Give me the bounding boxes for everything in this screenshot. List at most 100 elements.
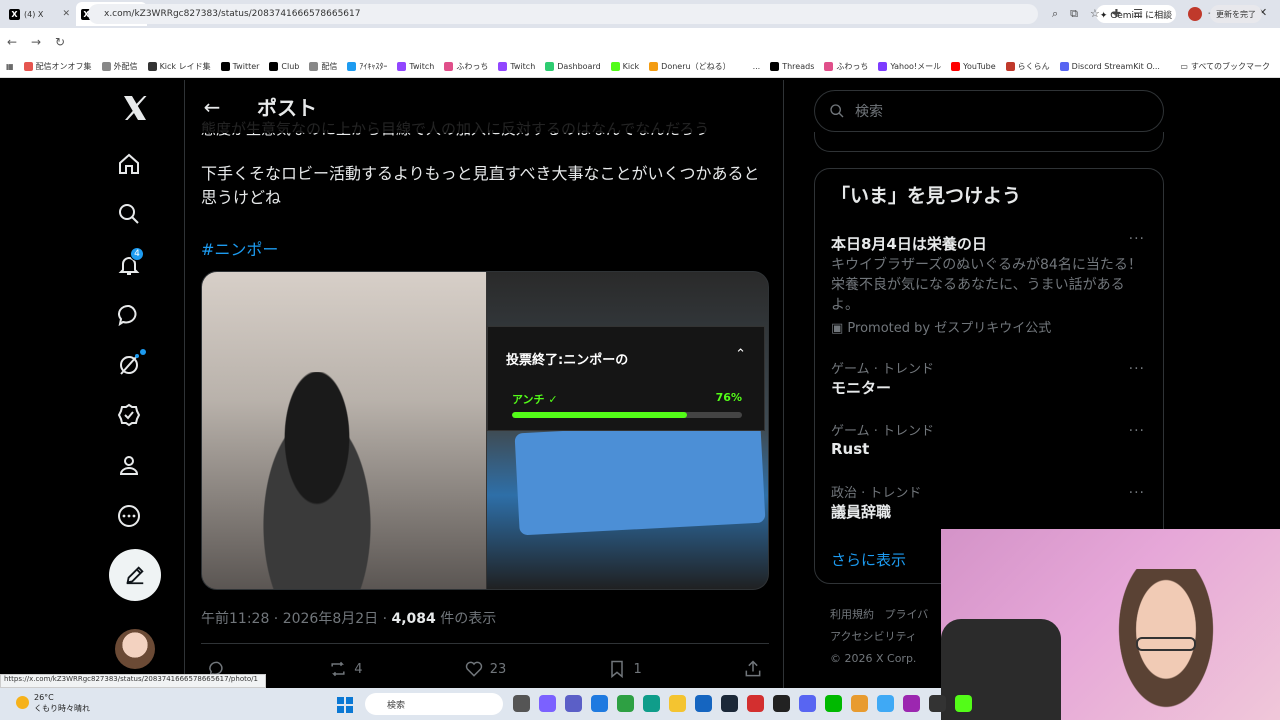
- more-dots-icon[interactable]: ···: [1129, 361, 1145, 377]
- app-icon[interactable]: [903, 695, 920, 712]
- bookmark-item[interactable]: Twitch: [397, 61, 434, 72]
- obs-icon[interactable]: [773, 695, 790, 712]
- back-arrow-icon[interactable]: ←: [185, 95, 239, 119]
- profile-icon[interactable]: [114, 450, 144, 480]
- bookmark-item[interactable]: 外配信: [101, 61, 138, 72]
- bookmark-item[interactable]: Kick: [610, 61, 639, 72]
- tab-close-icon[interactable]: ✕: [62, 9, 70, 19]
- bookmark-favicon-icon: [397, 62, 407, 71]
- chrome-icon[interactable]: [617, 695, 634, 712]
- trend-category: ゲーム · トレンド: [831, 424, 935, 439]
- zoom-icon[interactable]: ⌕: [1052, 7, 1058, 21]
- compose-post-button[interactable]: [109, 549, 161, 601]
- post-timestamp[interactable]: 午前11:28 · 2026年8月2日 ·: [201, 611, 392, 627]
- bookmark-item[interactable]: Twitter: [220, 61, 259, 72]
- bookmark-item[interactable]: ふわっち: [824, 61, 868, 72]
- app-icon[interactable]: [851, 695, 868, 712]
- privacy-link[interactable]: プライバ: [885, 608, 929, 621]
- terms-link[interactable]: 利用規約: [830, 608, 874, 621]
- steam-icon[interactable]: [721, 695, 738, 712]
- grok-icon[interactable]: [114, 350, 144, 380]
- search-box[interactable]: 検索: [814, 90, 1164, 132]
- bookmark-item[interactable]: ｱｲｷｬｽﾀｰ: [347, 61, 387, 72]
- taskbar-search[interactable]: 検索: [365, 693, 503, 715]
- kick-icon[interactable]: [955, 695, 972, 712]
- bookmark-button[interactable]: 1: [607, 659, 642, 679]
- share-button[interactable]: [743, 659, 763, 679]
- url-field[interactable]: x.com/kZ3WRRgc827383/status/208374166657…: [88, 4, 1038, 24]
- bookmark-item[interactable]: Dashboard: [545, 61, 601, 72]
- record-icon[interactable]: [747, 695, 764, 712]
- apps-grid-icon[interactable]: ▦: [6, 62, 14, 71]
- bookmark-item[interactable]: Yahoo!メール: [878, 61, 941, 72]
- bookmark-item[interactable]: ...: [740, 61, 760, 72]
- like-button[interactable]: 23: [464, 659, 506, 679]
- more-dots-icon[interactable]: ···: [1129, 485, 1145, 501]
- extensions-icon[interactable]: ✚: [1112, 7, 1121, 21]
- discord-icon[interactable]: [799, 695, 816, 712]
- windows-start-icon[interactable]: [337, 697, 353, 713]
- stream-person-image: [242, 372, 392, 589]
- bookmark-item[interactable]: Club: [269, 61, 299, 72]
- bookmark-favicon-icon: [347, 62, 357, 71]
- glasses-image: [1136, 637, 1196, 651]
- media-image-right[interactable]: [487, 272, 768, 589]
- photos-icon[interactable]: [591, 695, 608, 712]
- verified-check-icon[interactable]: [114, 400, 144, 430]
- bookmark-item[interactable]: らくらん: [1005, 61, 1050, 72]
- store-icon[interactable]: [695, 695, 712, 712]
- back-nav-icon[interactable]: ←: [0, 35, 24, 49]
- bookmark-item[interactable]: Twitch: [498, 61, 535, 72]
- line-icon[interactable]: [825, 695, 842, 712]
- bookmark-favicon-icon: [878, 62, 888, 71]
- media-image-left[interactable]: [202, 272, 486, 589]
- all-bookmarks-link[interactable]: ▭ すべてのブックマーク: [1180, 61, 1270, 72]
- trend-name[interactable]: モニター: [831, 377, 891, 398]
- hashtag-link[interactable]: #ニンポー: [201, 236, 278, 260]
- ad-description[interactable]: キウイブラザーズのぬいぐるみが84名に当たる！栄養不良が気になるあなたに、うまい…: [831, 255, 1151, 315]
- account-avatar[interactable]: [115, 629, 155, 669]
- more-dots-icon[interactable]: ···: [1129, 423, 1145, 439]
- more-options-icon[interactable]: [114, 501, 144, 531]
- bookmark-item[interactable]: YouTube: [951, 61, 996, 72]
- reload-icon[interactable]: ↻: [48, 35, 72, 49]
- copilot-icon[interactable]: [539, 695, 556, 712]
- trend-name[interactable]: 議員辞職: [831, 501, 891, 522]
- poll-overlay: 投票終了:ニンポーの ⌃ アンチ ✓ 76%: [487, 326, 765, 431]
- bookmark-item[interactable]: Doneru（どねる）: [649, 61, 731, 72]
- explorer-icon[interactable]: [669, 695, 686, 712]
- app-icon[interactable]: [929, 695, 946, 712]
- bookmark-label: 配信オンオフ集: [35, 62, 92, 71]
- bookmark-item[interactable]: 配信: [309, 61, 337, 72]
- task-view-icon[interactable]: [513, 695, 530, 712]
- accessibility-link[interactable]: アクセシビリティ: [830, 626, 950, 648]
- explore-search-icon[interactable]: [114, 199, 144, 229]
- star-icon[interactable]: ☆: [1090, 7, 1100, 21]
- weather-widget[interactable]: 26°C くもり時々晴れ: [16, 692, 90, 714]
- chevron-up-icon[interactable]: ⌃: [735, 347, 746, 362]
- messages-icon[interactable]: [114, 300, 144, 330]
- bookmark-item[interactable]: Kick レイド集: [147, 61, 211, 72]
- forward-nav-icon[interactable]: →: [24, 35, 48, 49]
- ad-title[interactable]: 本日8月4日は栄養の日: [831, 233, 987, 254]
- cast-icon[interactable]: ⧉: [1070, 7, 1078, 21]
- bookmark-item[interactable]: Discord StreamKit O...: [1059, 61, 1160, 72]
- copyright: © 2026 X Corp.: [830, 652, 917, 665]
- browser-tab[interactable]: X (4) X ✕: [4, 2, 75, 26]
- repost-button[interactable]: 4: [328, 659, 363, 679]
- more-dots-icon[interactable]: ···: [1129, 231, 1145, 247]
- home-icon[interactable]: [114, 149, 144, 179]
- menu-list-icon[interactable]: ☰: [1133, 7, 1143, 21]
- browser-profile-avatar[interactable]: [1188, 7, 1202, 21]
- trends-panel: 「いま」を見つけよう 本日8月4日は栄養の日 ··· キウイブラザーズのぬいぐる…: [814, 168, 1164, 584]
- bookmark-item[interactable]: Threads: [770, 61, 814, 72]
- notepad-icon[interactable]: [877, 695, 894, 712]
- trend-name[interactable]: Rust: [831, 440, 869, 458]
- edge-icon[interactable]: [643, 695, 660, 712]
- show-more-link[interactable]: さらに表示: [831, 549, 906, 570]
- bookmark-item[interactable]: 配信オンオフ集: [23, 61, 92, 72]
- notification-badge: 4: [130, 247, 144, 261]
- update-button[interactable]: 更新を完了: [1210, 5, 1262, 23]
- teams-icon[interactable]: [565, 695, 582, 712]
- bookmark-item[interactable]: ふわっち: [444, 61, 488, 72]
